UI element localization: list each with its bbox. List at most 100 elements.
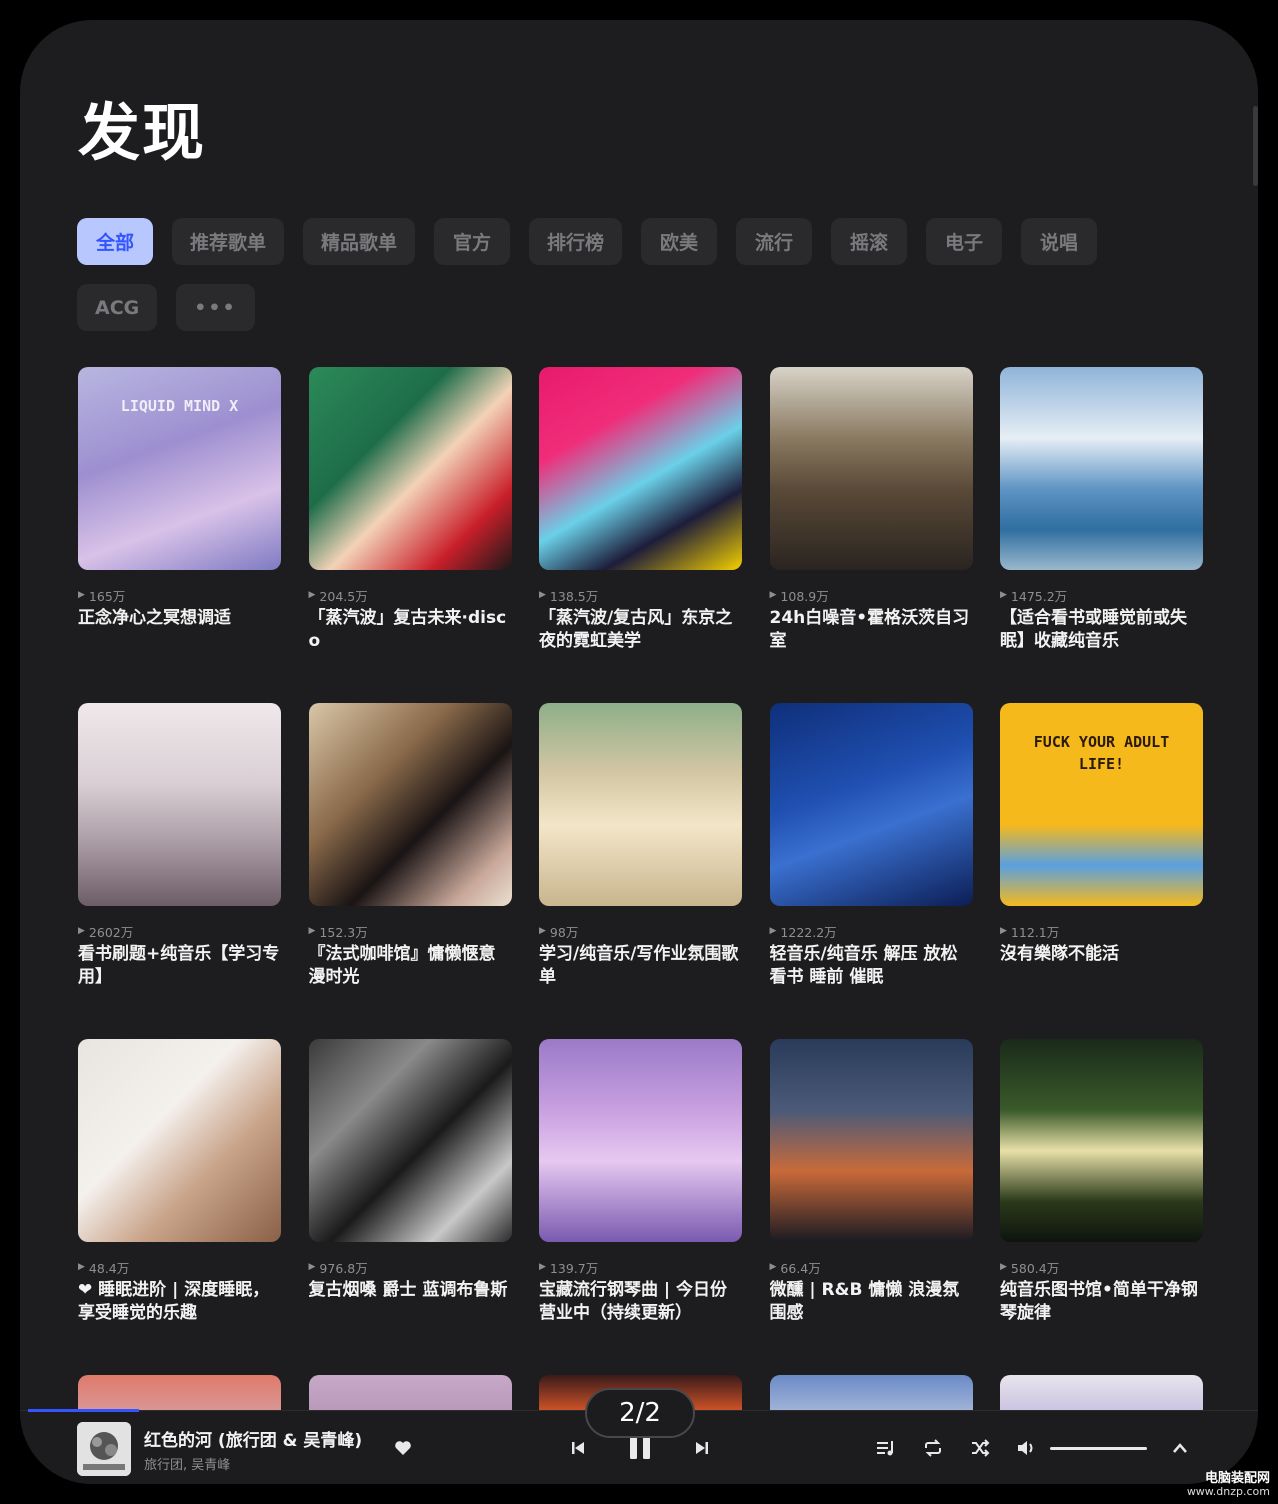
playlist-cover[interactable]: LIQUID MIND X — [78, 367, 281, 570]
playlist-card[interactable]: ▶ 98万 学习/纯音乐/写作业氛围歌单 — [539, 703, 742, 1039]
playlist-cover[interactable] — [1000, 1375, 1203, 1415]
playlist-cover[interactable]: FUCK YOUR ADULT LIFE! — [1000, 703, 1203, 906]
shuffle-icon[interactable] — [968, 1436, 992, 1460]
playlist-title[interactable]: 复古烟嗓 爵士 蓝调布鲁斯 — [309, 1279, 512, 1302]
category-chip[interactable]: 推荐歌单 — [172, 218, 285, 265]
play-count-value: 580.4万 — [1010, 1260, 1060, 1276]
play-count: ▶ 48.4万 — [78, 1259, 281, 1276]
playlist-cover[interactable] — [308, 367, 512, 570]
scrollbar-thumb[interactable] — [1253, 106, 1258, 186]
play-count: ▶ 1222.2万 — [770, 923, 973, 940]
volume-icon[interactable] — [1014, 1436, 1038, 1460]
playlist-card[interactable]: LIQUID MIND X ▶ 165万正念净心之冥想调适 — [78, 367, 281, 703]
playlist-title[interactable]: 沒有樂隊不能活 — [1000, 943, 1203, 966]
category-chip[interactable]: ACG — [77, 284, 158, 331]
playlist-cover[interactable] — [308, 1039, 512, 1242]
category-chip[interactable]: 流行 — [736, 218, 813, 265]
playlist-queue-icon[interactable] — [874, 1436, 898, 1460]
volume-slider[interactable] — [1050, 1447, 1147, 1450]
play-count-value: 1222.2万 — [780, 924, 837, 940]
repeat-icon[interactable] — [921, 1436, 945, 1460]
playlist-card[interactable]: ▶ 2602万 看书刷题+纯音乐【学习专用】 — [78, 703, 281, 1039]
playlist-title[interactable]: 「蒸汽波/复古风」东京之夜的霓虹美学 — [539, 607, 742, 653]
playlist-card[interactable]: ▶ 152.3万『法式咖啡馆』慵懒惬意漫时光 — [308, 703, 512, 1039]
category-chip[interactable]: 电子 — [926, 218, 1003, 265]
playlist-title[interactable]: 看书刷题+纯音乐【学习专用】 — [78, 943, 281, 989]
playlist-card[interactable]: ▶ 1475.2万 【适合看书或睡觉前或失眠】收藏纯音乐 — [1000, 367, 1203, 703]
category-chip[interactable]: 精品歌单 — [303, 218, 416, 265]
playlist-card[interactable]: ▶ 66.4万 微醺 | R&B 慵懒 浪漫氛围感 — [769, 1039, 973, 1375]
playlist-title[interactable]: 轻音乐/纯音乐 解压 放松 看书 睡前 催眠 — [770, 943, 973, 989]
playlist-card[interactable]: ▶ 139.7万宝藏流行钢琴曲 | 今日份营业中（持续更新） — [539, 1039, 742, 1375]
play-count-value: 98万 — [549, 924, 579, 940]
play-count-value: 66.4万 — [780, 1260, 821, 1276]
playlist-cover[interactable] — [78, 1039, 281, 1242]
playlist-cover[interactable] — [769, 1375, 973, 1415]
playlist-cover[interactable] — [769, 1039, 973, 1242]
playlist-cover[interactable] — [1000, 367, 1203, 570]
playlist-title[interactable]: 『法式咖啡馆』慵懒惬意漫时光 — [309, 943, 512, 989]
playback-progress[interactable] — [28, 1409, 139, 1412]
category-chip[interactable]: 说唱 — [1021, 218, 1098, 265]
playlist-cover[interactable] — [1000, 1039, 1203, 1242]
playlist-title[interactable]: 正念净心之冥想调适 — [78, 607, 281, 630]
playlist-card[interactable]: ▶ 976.8万复古烟嗓 爵士 蓝调布鲁斯 — [308, 1039, 512, 1375]
play-count-icon: ▶ — [308, 1262, 316, 1272]
playlist-card[interactable]: ▶ 48.4万 ❤ 睡眠进阶 | 深度睡眠，享受睡觉的乐趣 — [78, 1039, 281, 1375]
play-count: ▶ 165万 — [78, 587, 281, 604]
playlist-card[interactable]: ▶ 108.9万 24h白噪音•霍格沃茨自习室 — [769, 367, 973, 703]
cover-text: LIQUID MIND X — [120, 397, 239, 415]
play-count: ▶ 580.4万 — [1000, 1259, 1203, 1276]
play-count: ▶ 976.8万 — [308, 1259, 512, 1276]
playlist-title[interactable]: 纯音乐图书馆•简单干净钢琴旋律 — [1000, 1279, 1203, 1325]
category-chip[interactable]: 摇滚 — [831, 218, 908, 265]
now-playing-cover[interactable] — [77, 1422, 131, 1476]
playlist-cover[interactable] — [308, 703, 512, 906]
watermark: 电脑装配网 www.dnzp.com — [1187, 1472, 1270, 1498]
like-heart-icon[interactable] — [392, 1437, 414, 1459]
playlist-card[interactable]: FUCK YOUR ADULT LIFE! ▶ 112.1万沒有樂隊不能活 — [1000, 703, 1203, 1039]
playlist-cover[interactable] — [78, 703, 281, 906]
playlist-cover[interactable] — [308, 1375, 512, 1415]
playlist-cover[interactable] — [539, 703, 742, 906]
playlist-cover[interactable] — [539, 367, 742, 570]
chevron-up-icon[interactable] — [1168, 1436, 1192, 1460]
play-count: ▶ 139.7万 — [539, 1259, 742, 1276]
app-window: 发现 全部 推荐歌单 精品歌单 官方 排行榜 欧美 流行 摇滚 电子 说唱 ACG ••• LIQUI… — [20, 20, 1258, 1484]
category-chip[interactable]: 欧美 — [641, 218, 718, 265]
play-count-icon: ▶ — [769, 590, 777, 600]
playlist-title[interactable]: 「蒸汽波」复古未来·disco — [309, 607, 512, 653]
playlist-cover[interactable] — [769, 367, 973, 570]
now-playing-title[interactable]: 红色的河 (旅行团 & 吴青峰) — [144, 1426, 362, 1451]
playlist-title[interactable]: 【适合看书或睡觉前或失眠】收藏纯音乐 — [1000, 607, 1203, 653]
play-count-icon: ▶ — [308, 926, 316, 936]
play-count-icon: ▶ — [539, 590, 546, 600]
next-track-icon[interactable] — [690, 1436, 714, 1460]
playlist-card[interactable]: ▶ 1222.2万轻音乐/纯音乐 解压 放松 看书 睡前 催眠 — [769, 703, 973, 1039]
play-count-value: 2602万 — [88, 924, 134, 940]
category-chip[interactable]: 全部 — [77, 218, 153, 265]
playlist-grid: LIQUID MIND X ▶ 165万 正念净心之冥想调适 ▶ 204.5万 「蒸汽波」复… — [78, 367, 1206, 1375]
category-chip[interactable]: 官方 — [434, 218, 511, 265]
playlist-title[interactable]: 24h白噪音•霍格沃茨自习室 — [770, 607, 973, 653]
now-playing-artist[interactable]: 旅行团, 吴青峰 — [144, 1454, 230, 1473]
category-chips: 全部 推荐歌单 精品歌单 官方 排行榜 欧美 流行 摇滚 电子 说唱 ACG ••• — [77, 218, 1177, 331]
playlist-card[interactable]: ▶ 580.4万纯音乐图书馆•简单干净钢琴旋律 — [1000, 1039, 1203, 1375]
playlist-title[interactable]: 宝藏流行钢琴曲 | 今日份营业中（持续更新） — [539, 1279, 742, 1325]
more-categories-button[interactable]: ••• — [176, 284, 255, 331]
play-count: ▶ 112.1万 — [1000, 923, 1203, 940]
category-chip[interactable]: 排行榜 — [529, 218, 623, 265]
playlist-title[interactable]: 微醺 | R&B 慵懒 浪漫氛围感 — [770, 1279, 973, 1325]
play-count-value: 165万 — [88, 588, 126, 604]
playlist-title[interactable]: ❤ 睡眠进阶 | 深度睡眠，享受睡觉的乐趣 — [78, 1279, 281, 1325]
play-count-icon: ▶ — [78, 1262, 85, 1272]
play-count-value: 152.3万 — [319, 924, 368, 940]
previous-track-icon[interactable] — [566, 1436, 590, 1460]
playlist-card[interactable]: ▶ 204.5万 「蒸汽波」复古未来·disco — [308, 367, 512, 703]
playlist-title[interactable]: 学习/纯音乐/写作业氛围歌单 — [539, 943, 742, 989]
playlist-card[interactable]: ▶ 138.5万「蒸汽波/复古风」东京之夜的霓虹美学 — [539, 367, 742, 703]
playlist-cover[interactable] — [539, 1039, 742, 1242]
playlist-cover[interactable] — [769, 703, 973, 906]
play-count: ▶ 138.5万 — [539, 587, 742, 604]
play-count-icon: ▶ — [1000, 926, 1007, 936]
